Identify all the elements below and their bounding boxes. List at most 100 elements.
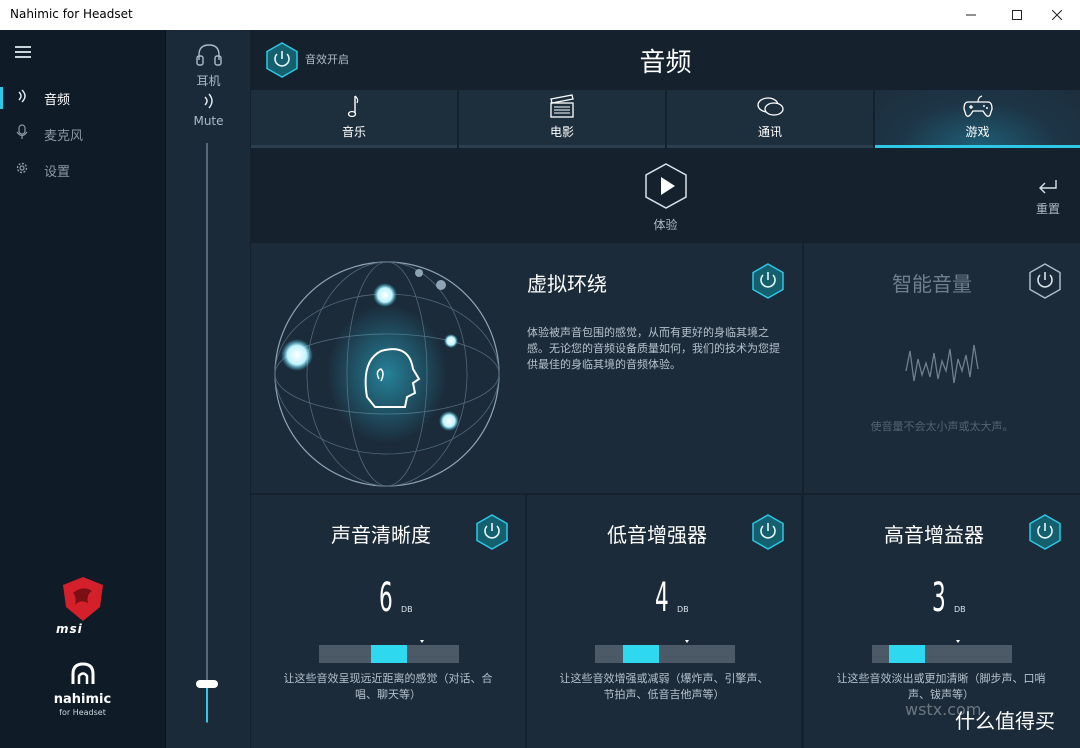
tab-label: 通讯 [757,125,782,139]
effect-power-button[interactable] [751,514,785,554]
title-bar: Nahimic for Headset [0,0,1080,30]
page-title: 音频 [639,48,692,78]
effect-level-marker [685,640,689,643]
power-icon [752,263,784,299]
msi-dragon-logo [63,577,103,621]
sidebar-item-label: 音频 [44,92,71,108]
smart-volume-description: 使音量不会太小声或太大声。 [870,420,1014,433]
power-icon [476,514,508,550]
volume-slider-fill [206,684,208,722]
effect-card-treble: 高音增益器 3 DB 让这些音效淡出或更加清晰（脚步声、口哨声、钹声等） [804,495,1080,748]
surround-card: 虚拟环绕 体验被声音包围的感觉，从而有更好的身临其境之感。无论您的音频设备质量如… [251,243,802,493]
sidebar-item-audio[interactable]: 音频 [0,80,165,116]
surround-power-button[interactable] [751,263,785,303]
mute-toggle[interactable]: Mute [166,92,251,128]
effect-level-fill [889,645,925,663]
main-panel: 音效开启 音频 音乐 电影 通讯 游戏 体验 重置 虚拟环绕 体验被声音包围的感… [251,30,1080,748]
sidebar-item-settings[interactable]: 设置 [0,152,165,188]
nahimic-subtitle: for Headset [59,708,106,717]
effect-db-unit: DB [677,605,689,614]
effect-power-button[interactable] [1028,514,1062,554]
effect-description: 让这些音效增强或减弱（爆炸声、引擎声、节拍声、低音吉他声等） [559,672,769,701]
effect-db-unit: DB [401,605,413,614]
menu-icon[interactable] [15,46,31,58]
experience-label: 体验 [653,218,678,232]
maximize-icon [1012,10,1022,20]
effect-card-clarity: 声音清晰度 6 DB 让这些音效呈现远近距离的感觉（对话、合唱、聊天等） [251,495,525,748]
tab-label: 电影 [549,125,574,139]
tab-game[interactable]: 游戏 [875,90,1080,148]
play-icon [645,163,687,209]
close-button[interactable] [1034,0,1080,30]
effect-db-unit: DB [954,605,966,614]
tab-music[interactable]: 音乐 [251,90,457,148]
effect-db-value: 6 [379,575,393,621]
chat-bubble-icon [757,97,784,116]
mute-label: Mute [193,114,224,128]
effect-power-button[interactable] [475,514,509,554]
volume-slider-track[interactable] [206,143,208,723]
effect-title: 高音增益器 [884,523,984,547]
power-icon [752,514,784,550]
close-icon [1052,10,1062,20]
tab-underline [251,145,457,148]
minimize-button[interactable] [948,0,994,30]
tab-label: 音乐 [341,125,366,139]
effect-level-bar[interactable] [872,645,1012,663]
microphone-icon [14,124,30,144]
tab-communication[interactable]: 通讯 [667,90,873,148]
headset-label: 耳机 [196,74,221,88]
sphere-head-illustration [274,261,500,487]
profile-tabs: 音乐 电影 通讯 游戏 [251,90,1080,148]
volume-slider-thumb[interactable] [196,680,218,688]
indicator [0,159,3,181]
tab-underline [459,145,665,148]
effect-level-fill [371,645,407,663]
sound-wave-icon [14,89,30,107]
surround-title: 虚拟环绕 [527,272,607,296]
waveform-icon [905,344,979,384]
indicator [0,123,3,145]
power-icon [1029,263,1061,299]
active-indicator [0,87,3,109]
effect-level-bar[interactable] [319,645,459,663]
effect-title: 声音清晰度 [331,523,431,547]
smart-volume-power-button[interactable] [1028,263,1062,303]
sound-wave-icon [203,93,213,109]
effect-description: 让这些音效呈现远近距离的感觉（对话、合唱、聊天等） [283,672,493,701]
effect-level-bar[interactable] [595,645,735,663]
tab-underline [667,145,873,148]
sidebar-item-label: 麦克风 [44,128,84,144]
effect-level-fill [623,645,659,663]
clapperboard-icon [550,94,574,118]
effect-card-bass: 低音增强器 4 DB 让这些音效增强或减弱（爆炸声、引擎声、节拍声、低音吉他声等… [527,495,801,748]
msi-wordmark: msi [56,622,83,636]
effect-level-marker [956,640,960,643]
surround-description: 体验被声音包围的感觉，从而有更好的身临其境之感。无论您的音频设备质量如何，我们的… [527,326,780,371]
effect-description: 让这些音效淡出或更加清晰（脚步声、口哨声、钹声等） [836,672,1046,701]
sidebar: 音频 麦克风 设置 msi nahimic for Headset [0,30,165,748]
app-window: Nahimic for Headset 音频 麦克风 设置 msi nahimi… [0,0,1080,748]
gear-icon [14,160,30,180]
effect-db-value: 3 [932,575,946,621]
smart-volume-title: 智能音量 [892,272,972,296]
power-icon [1029,514,1061,550]
tab-underline [875,145,1080,148]
reset-button[interactable]: 重置 [1031,176,1065,217]
effect-level-marker [420,640,424,643]
gamepad-icon [962,95,993,117]
nahimic-logo-icon [71,662,95,684]
music-note-icon [347,95,359,118]
smart-volume-card: 智能音量 使音量不会太小声或太大声。 [804,243,1080,493]
undo-arrow-icon [1039,180,1057,194]
effect-title: 低音增强器 [607,523,707,547]
headset-device[interactable]: 耳机 [166,42,251,89]
minimize-icon [966,14,976,16]
sidebar-item-microphone[interactable]: 麦克风 [0,116,165,152]
nahimic-wordmark: nahimic [53,692,112,707]
tab-label: 游戏 [965,125,990,139]
tab-movie[interactable]: 电影 [459,90,665,148]
effect-db-value: 4 [655,575,669,621]
sidebar-item-label: 设置 [44,164,71,180]
experience-play-button[interactable] [644,163,688,213]
